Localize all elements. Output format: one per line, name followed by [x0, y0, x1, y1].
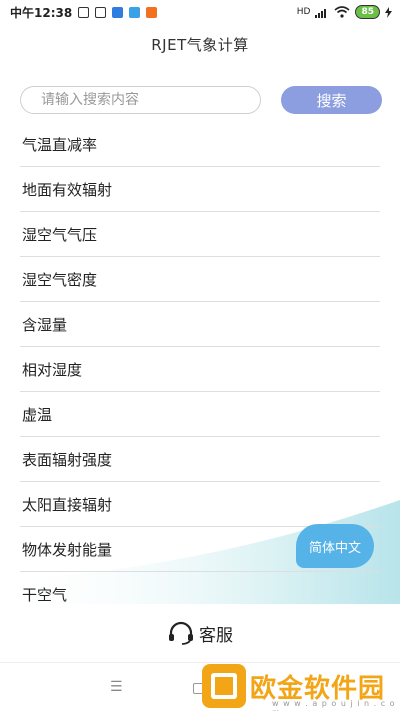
watermark-url: w w w . a p o u j i n . c o m: [272, 699, 396, 711]
list-item[interactable]: 虚温: [20, 392, 380, 437]
customer-service-button[interactable]: 客服: [0, 604, 400, 662]
list-item[interactable]: 气温直减率: [20, 122, 380, 167]
notification-icon-4: [129, 6, 141, 18]
watermark-logo-icon: [202, 664, 246, 708]
search-input[interactable]: [20, 86, 261, 114]
list-item[interactable]: 相对湿度: [20, 347, 380, 392]
status-time: 中午12:38: [10, 5, 73, 20]
notification-icon-3: [112, 6, 124, 18]
wifi-icon: [334, 6, 350, 18]
list-item[interactable]: 太阳直接辐射: [20, 482, 380, 527]
list-item[interactable]: 地面有效辐射: [20, 167, 380, 212]
list-item[interactable]: 湿空气密度: [20, 257, 380, 302]
language-button[interactable]: 简体中文: [296, 524, 374, 568]
signal-icon: [315, 8, 327, 18]
search-button[interactable]: 搜索: [281, 86, 382, 114]
network-label: HD: [296, 7, 311, 17]
status-right: HD 85: [297, 5, 392, 19]
menu-icon[interactable]: ☰: [110, 679, 123, 695]
list-item[interactable]: 表面辐射强度: [20, 437, 380, 482]
notification-icon-1: [78, 6, 90, 18]
mi-icon: [146, 6, 158, 18]
notification-icon-2: [95, 6, 107, 18]
page-title: RJET气象计算: [151, 36, 249, 54]
status-bar: 中午12:38 HD 85: [0, 0, 400, 24]
headset-icon: [169, 621, 193, 645]
search-row: 搜索: [20, 86, 382, 114]
charging-icon: [385, 6, 392, 18]
battery-indicator: 85: [355, 5, 380, 19]
customer-service-label: 客服: [199, 625, 233, 646]
list-item[interactable]: 湿空气气压: [20, 212, 380, 257]
list-item[interactable]: 含湿量: [20, 302, 380, 347]
watermark: 欧金软件园 w w w . a p o u j i n . c o m: [200, 662, 400, 711]
